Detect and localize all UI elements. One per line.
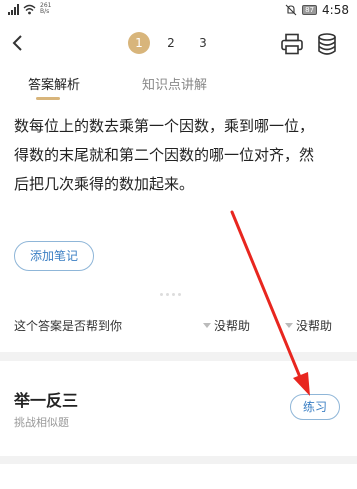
database-stack-icon [318, 33, 336, 55]
signal-icon [8, 3, 19, 15]
tab-bar: 答案解析 知识点讲解 [0, 66, 357, 102]
stack-button[interactable] [316, 32, 338, 56]
feedback-row: 这个答案是否帮到你 没帮助 没帮助 [0, 310, 357, 340]
practice-title: 举一反三 [14, 391, 79, 410]
page-button-1[interactable]: 1 [128, 32, 150, 54]
practice-button[interactable]: 练习 [290, 394, 340, 420]
tab-knowledge-points[interactable]: 知识点讲解 [142, 74, 207, 93]
page-button-2[interactable]: 2 [160, 32, 182, 54]
add-note-button[interactable]: 添加笔记 [14, 241, 94, 271]
section-divider [0, 456, 357, 464]
clock: 4:58 [322, 3, 349, 17]
network-speed: 261 B/s [40, 2, 52, 15]
feedback-question: 这个答案是否帮到你 [14, 319, 123, 333]
print-button[interactable] [280, 32, 304, 56]
tab-indicator [36, 97, 60, 100]
answer-line: 得数的末尾就和第二个因数的哪一位对齐，然 [14, 146, 315, 164]
printer-icon [281, 33, 303, 55]
page-selector: 1 2 3 [128, 32, 214, 54]
wifi-icon [23, 4, 36, 14]
answer-explanation: 数每位上的数去乘第一个因数，乘到哪一位， 得数的末尾就和第二个因数的哪一位对齐，… [14, 112, 348, 199]
back-button[interactable] [6, 30, 28, 56]
status-bar: 261 B/s 87 4:58 [0, 0, 357, 22]
caret-down-icon [285, 323, 293, 328]
page-button-3[interactable]: 3 [192, 32, 214, 54]
caret-down-icon [203, 323, 211, 328]
feedback-option-label: 没帮助 [296, 319, 333, 333]
feedback-option-unhelpful[interactable]: 没帮助 [203, 317, 250, 334]
practice-subtitle: 挑战相似题 [14, 416, 69, 429]
chevron-left-icon [12, 35, 22, 51]
mute-bell-icon [285, 4, 297, 16]
loading-dots [160, 293, 181, 296]
feedback-option-label: 没帮助 [214, 319, 251, 333]
battery-indicator: 87 [302, 5, 318, 15]
section-divider [0, 352, 357, 361]
tab-answer-analysis[interactable]: 答案解析 [28, 74, 80, 93]
header: 1 2 3 [0, 22, 357, 66]
answer-line: 数每位上的数去乘第一个因数，乘到哪一位， [14, 117, 315, 135]
answer-line: 后把几次乘得的数加起来。 [14, 175, 195, 193]
feedback-option-unhelpful-2[interactable]: 没帮助 [285, 317, 332, 334]
